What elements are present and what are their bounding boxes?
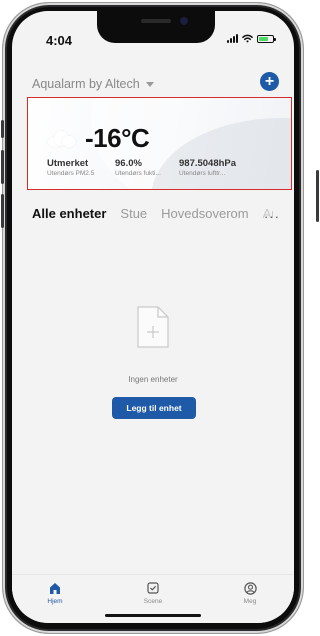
battery-fill bbox=[259, 36, 268, 41]
signal-icon bbox=[227, 34, 238, 43]
room-tabs: Alle enheter Stue Hovedsoverom Ar bbox=[32, 206, 282, 221]
metric-value: Utmerket bbox=[47, 158, 89, 169]
temperature: -16°C bbox=[85, 123, 150, 153]
tab-stue[interactable]: Stue bbox=[120, 206, 147, 221]
status-icons bbox=[227, 34, 276, 43]
nav-home[interactable]: Hjem bbox=[35, 582, 75, 605]
chevron-down-icon bbox=[145, 81, 154, 87]
cloud-icon bbox=[48, 131, 76, 147]
metric-value: 96.0% bbox=[115, 158, 142, 169]
bottom-nav: Hjem Scene Meg bbox=[12, 574, 294, 623]
status-time: 4:04 bbox=[46, 33, 73, 48]
plus-icon: + bbox=[264, 72, 275, 90]
side-button-volume-down bbox=[1, 194, 4, 228]
scene-checkbox-icon bbox=[147, 582, 159, 594]
metric-pressure: 987.5048hPa Utendørs lufttr... bbox=[179, 158, 236, 177]
metric-value: 987.5048hPa bbox=[179, 158, 237, 169]
empty-state-message: Ingen enheter bbox=[128, 375, 178, 384]
metric-label: Utendørs fukti... bbox=[115, 170, 161, 177]
tab-hovedsoverom[interactable]: Hovedsoverom bbox=[161, 206, 248, 221]
add-file-icon bbox=[137, 306, 169, 348]
home-selector[interactable]: Aqualarm by Altech bbox=[32, 77, 154, 91]
speaker-grille bbox=[141, 19, 171, 23]
nav-me[interactable]: Meg bbox=[230, 582, 270, 605]
metric-label: Utendørs PM2.5 bbox=[47, 170, 95, 177]
side-button-volume-up bbox=[1, 150, 4, 184]
front-camera bbox=[180, 17, 188, 25]
side-button-power bbox=[316, 170, 319, 222]
app-screen: 4:04 Aqualarm by Altech + -16°C Utmerket… bbox=[12, 11, 294, 623]
metric-label: Utendørs lufttr... bbox=[179, 170, 226, 177]
nav-scene[interactable]: Scene bbox=[133, 582, 173, 605]
weather-card[interactable]: -16°C Utmerket Utendørs PM2.5 96.0% Uten… bbox=[27, 97, 292, 190]
notch bbox=[97, 11, 215, 43]
more-tabs-button[interactable]: ··· bbox=[264, 209, 280, 224]
add-device-button[interactable]: Legg til enhet bbox=[112, 397, 196, 419]
metric-humidity: 96.0% Utendørs fukti... bbox=[115, 158, 161, 177]
tab-all-devices[interactable]: Alle enheter bbox=[32, 206, 106, 221]
wifi-icon bbox=[242, 34, 253, 43]
nav-label: Scene bbox=[143, 598, 163, 605]
nav-label: Hjem bbox=[47, 598, 63, 605]
add-button[interactable]: + bbox=[260, 72, 279, 91]
profile-icon bbox=[243, 582, 257, 595]
metric-pm25: Utmerket Utendørs PM2.5 bbox=[47, 158, 94, 177]
home-icon bbox=[50, 583, 60, 594]
nav-label: Meg bbox=[243, 598, 257, 605]
battery-icon bbox=[257, 34, 276, 43]
side-button-silent bbox=[1, 120, 4, 138]
home-name: Aqualarm by Altech bbox=[32, 77, 140, 91]
home-indicator[interactable] bbox=[105, 614, 201, 617]
